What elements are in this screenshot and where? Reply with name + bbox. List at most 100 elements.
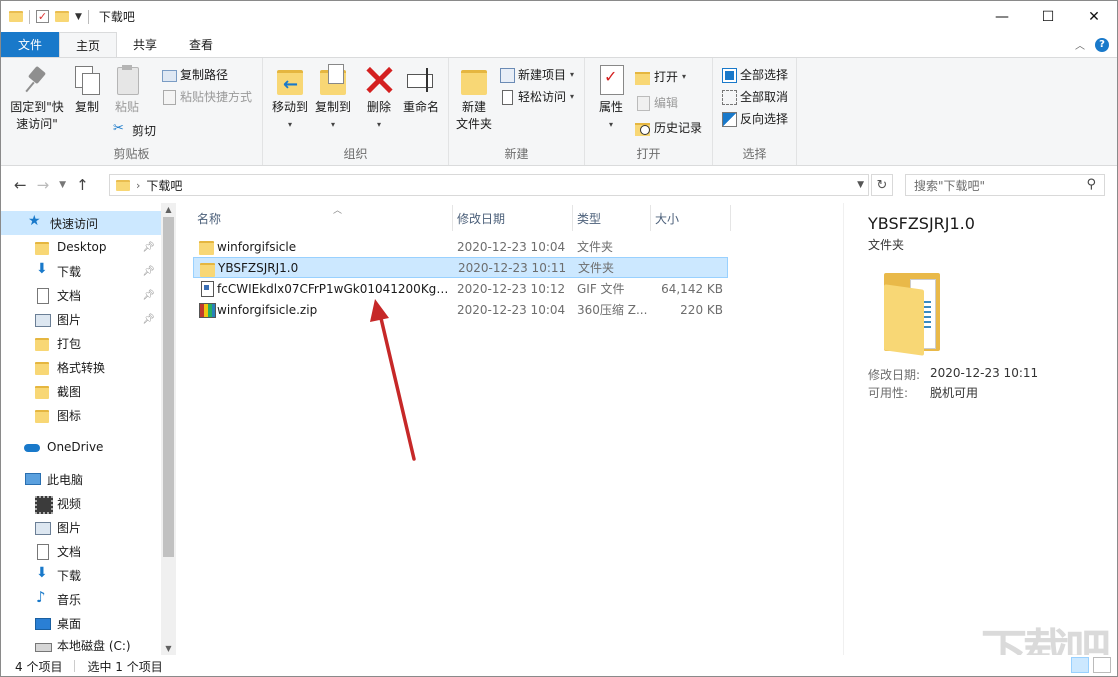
copy-button[interactable]: 复制	[71, 64, 103, 116]
scroll-up-icon[interactable]: ▲	[161, 205, 176, 214]
new-folder-icon[interactable]	[55, 11, 69, 22]
nav-pc-downloads[interactable]: 下载	[1, 563, 161, 587]
nav-pc-local-disk[interactable]: 本地磁盘 (C:)	[1, 635, 161, 655]
nav-pc-desktop[interactable]: 桌面	[1, 611, 161, 635]
nav-label: 文档	[57, 288, 82, 303]
new-folder-button[interactable]: 新建 文件夹	[455, 64, 493, 133]
breadcrumb-current[interactable]: 下载吧	[146, 177, 182, 194]
tab-share[interactable]: 共享	[117, 32, 173, 57]
folder-icon	[34, 239, 50, 255]
cut-button[interactable]: 剪切	[113, 120, 156, 140]
picture-icon	[34, 519, 51, 535]
nav-item-downloads[interactable]: 下载 📌︎	[1, 259, 161, 283]
nav-label: 格式转换	[57, 360, 106, 375]
maximize-button[interactable]: ☐	[1025, 1, 1071, 32]
up-arrow-icon[interactable]: ↑	[76, 176, 89, 194]
column-header-date[interactable]: 修改日期	[453, 205, 573, 231]
nav-pc-pictures[interactable]: 图片	[1, 515, 161, 539]
tab-home[interactable]: 主页	[59, 32, 118, 57]
nav-item-icons[interactable]: 图标	[1, 403, 161, 427]
address-bar[interactable]: › 下载吧 ▼	[109, 174, 869, 196]
collapse-ribbon-chevron-icon[interactable]: ︿	[1075, 37, 1085, 52]
organize-group-label: 组织	[343, 147, 368, 161]
refresh-button[interactable]: ↻	[871, 174, 893, 196]
nav-pc-documents[interactable]: 文档	[1, 539, 161, 563]
nav-item-pictures[interactable]: 图片 📌︎	[1, 307, 161, 331]
close-button[interactable]: ✕	[1071, 1, 1117, 32]
paste-shortcut-button[interactable]: 粘贴快捷方式	[161, 86, 252, 106]
pin-icon[interactable]: 📌︎	[142, 242, 155, 253]
nav-label: 文档	[57, 544, 82, 559]
select-all-button[interactable]: 全部选择	[721, 64, 788, 84]
easy-access-button[interactable]: 轻松访问 ▾	[499, 86, 574, 106]
column-header-name[interactable]: 名称 ︿	[193, 205, 453, 231]
customize-chevron-down-icon[interactable]: ▼	[75, 12, 82, 22]
delete-button[interactable]: 删除 ▾	[363, 64, 395, 133]
minimize-button[interactable]: —	[979, 1, 1025, 32]
back-arrow-icon[interactable]: ←	[14, 176, 27, 194]
nav-onedrive[interactable]: OneDrive	[1, 435, 161, 459]
nav-item-pack[interactable]: 打包	[1, 331, 161, 355]
copy-path-button[interactable]: 复制路径	[161, 64, 228, 84]
search-input[interactable]: 搜索"下载吧" ⚲	[905, 174, 1105, 196]
folder-icon	[9, 11, 23, 22]
scroll-down-icon[interactable]: ▼	[161, 644, 176, 653]
invert-selection-button[interactable]: 反向选择	[721, 108, 788, 128]
details-view-icon[interactable]	[1071, 657, 1089, 673]
search-icon[interactable]: ⚲	[1086, 177, 1096, 192]
nav-this-pc[interactable]: 此电脑	[1, 467, 161, 491]
pin-to-quick-access-button[interactable]: 固定到"快 速访问"	[7, 64, 67, 133]
forward-arrow-icon[interactable]: →	[37, 176, 50, 194]
nav-item-screenshots[interactable]: 截图	[1, 379, 161, 403]
help-icon[interactable]: ?	[1095, 37, 1109, 52]
nav-pc-videos[interactable]: 视频	[1, 491, 161, 515]
select-all-icon	[721, 67, 737, 83]
column-header-type[interactable]: 类型	[573, 205, 651, 231]
recent-locations-chevron-down-icon[interactable]: ▼	[59, 180, 66, 190]
history-label: 历史记录	[654, 120, 703, 135]
new-item-button[interactable]: 新建项目 ▾	[499, 64, 574, 84]
file-row[interactable]: fcCWIEkdlx07CFrP1wGk01041200Kgv... 2020-…	[193, 278, 728, 299]
properties-button[interactable]: 属性 ▾	[595, 64, 627, 133]
file-row[interactable]: winforgifsicle.zip 2020-12-23 10:04 360压…	[193, 299, 728, 320]
nav-pc-music[interactable]: 音乐	[1, 587, 161, 611]
history-button[interactable]: 历史记录	[635, 117, 702, 137]
computer-icon	[24, 471, 41, 487]
breadcrumb-chevron-icon[interactable]: ›	[136, 179, 140, 192]
nav-label: 下载	[57, 264, 82, 279]
nav-quick-access[interactable]: 快速访问	[1, 211, 161, 235]
tab-view[interactable]: 查看	[173, 32, 229, 57]
select-none-button[interactable]: 全部取消	[721, 86, 788, 106]
nav-item-documents[interactable]: 文档 📌︎	[1, 283, 161, 307]
nav-label: 本地磁盘 (C:)	[57, 638, 131, 653]
open-button[interactable]: 打开 ▾	[635, 66, 686, 86]
nav-scrollbar[interactable]: ▲ ▼	[161, 203, 176, 655]
rename-button[interactable]: 重命名	[401, 64, 441, 116]
pin-icon[interactable]: 📌︎	[142, 314, 155, 325]
move-to-button[interactable]: 移动到 ▾	[267, 64, 313, 133]
nav-item-format-convert[interactable]: 格式转换	[1, 355, 161, 379]
file-name: fcCWIEkdlx07CFrP1wGk01041200Kgv...	[217, 281, 449, 296]
window-controls: — ☐ ✕	[979, 1, 1117, 32]
nav-label: 快速访问	[50, 216, 99, 231]
copy-to-button[interactable]: 复制到 ▾	[309, 64, 357, 133]
edit-button[interactable]: 编辑	[635, 92, 678, 112]
details-modified-row: 修改日期: 2020-12-23 10:11	[868, 366, 1038, 383]
nav-item-desktop[interactable]: Desktop 📌︎	[1, 235, 161, 259]
clipboard-group: 固定到"快 速访问" 复制 粘贴 复制路径 粘贴快捷方式 剪切	[1, 58, 263, 165]
large-icons-view-icon[interactable]	[1093, 657, 1111, 673]
pin-icon[interactable]: 📌︎	[142, 266, 155, 277]
tab-file[interactable]: 文件	[1, 32, 60, 57]
paste-button[interactable]: 粘贴	[111, 64, 143, 116]
file-row[interactable]: winforgifsicle 2020-12-23 10:04 文件夹	[193, 236, 728, 257]
file-type: 文件夹	[578, 261, 615, 275]
properties-check-icon[interactable]: ✓	[36, 10, 49, 23]
file-size: 64,142 KB	[661, 281, 723, 296]
pin-icon[interactable]: 📌︎	[142, 290, 155, 301]
address-history-chevron-down-icon[interactable]: ▼	[857, 180, 864, 190]
file-row-selected[interactable]: YBSFZSJRJ1.0 2020-12-23 10:11 文件夹	[193, 257, 728, 278]
column-header-size[interactable]: 大小	[651, 205, 731, 231]
folder-icon	[34, 407, 50, 423]
nav-label: 截图	[57, 384, 82, 399]
scrollbar-thumb[interactable]	[163, 217, 174, 557]
